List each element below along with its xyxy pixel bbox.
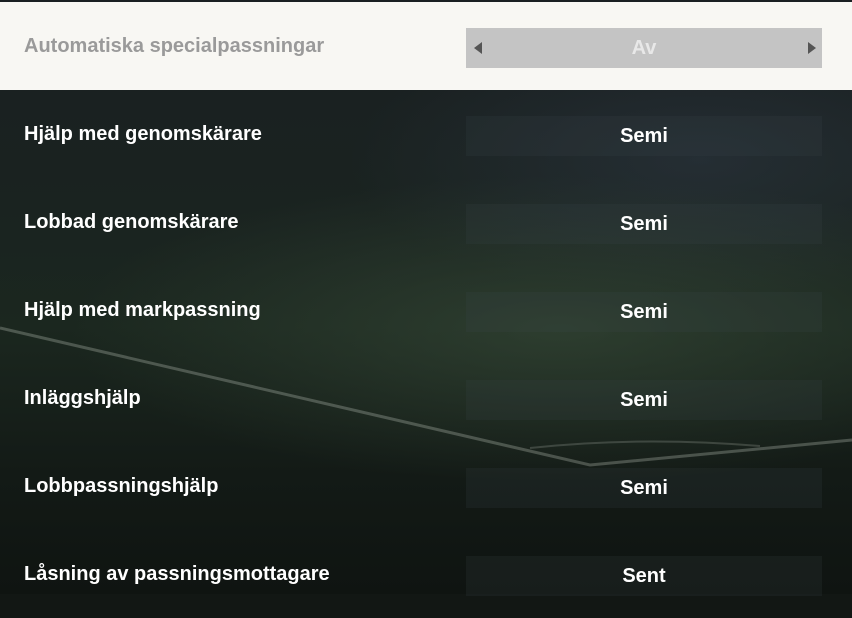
setting-row-lobbad-genomskarare[interactable]: Lobbad genomskärare Semi	[0, 178, 852, 266]
setting-label: Inläggshjälp	[24, 387, 141, 409]
setting-row-inlaggshjalp[interactable]: Inläggshjälp Semi	[0, 354, 852, 442]
setting-value: Semi	[620, 125, 668, 147]
setting-label: Hjälp med markpassning	[24, 299, 261, 321]
setting-row-lobbpassningshjalp[interactable]: Lobbpassningshjälp Semi	[0, 442, 852, 530]
value-selector[interactable]: Semi	[466, 292, 822, 332]
setting-row-hjalp-med-markpassning[interactable]: Hjälp med markpassning Semi	[0, 266, 852, 354]
value-selector[interactable]: Sent	[466, 556, 822, 596]
setting-row-automatiska-specialpassningar[interactable]: Automatiska specialpassningar Av	[0, 2, 852, 90]
value-selector[interactable]: Semi	[466, 468, 822, 508]
setting-label: Automatiska specialpassningar	[24, 35, 325, 57]
caret-right-icon[interactable]	[808, 42, 816, 54]
setting-value: Sent	[622, 565, 666, 587]
value-selector[interactable]: Av	[466, 28, 822, 68]
setting-label: Lobbpassningshjälp	[24, 475, 219, 497]
value-selector[interactable]: Semi	[466, 204, 822, 244]
setting-value: Semi	[620, 389, 668, 411]
setting-value: Semi	[620, 477, 668, 499]
setting-row-lasning-av-passningsmottagare[interactable]: Låsning av passningsmottagare Sent	[0, 530, 852, 596]
setting-label: Hjälp med genomskärare	[24, 123, 262, 145]
setting-label: Låsning av passningsmottagare	[24, 563, 330, 585]
setting-value: Semi	[620, 301, 668, 323]
settings-list: Automatiska specialpassningar Av Hjälp m…	[0, 0, 852, 596]
setting-label: Lobbad genomskärare	[24, 211, 239, 233]
setting-row-hjalp-med-genomskarare[interactable]: Hjälp med genomskärare Semi	[0, 90, 852, 178]
setting-value: Av	[631, 37, 657, 59]
value-selector[interactable]: Semi	[466, 380, 822, 420]
setting-value: Semi	[620, 213, 668, 235]
value-selector[interactable]: Semi	[466, 116, 822, 156]
